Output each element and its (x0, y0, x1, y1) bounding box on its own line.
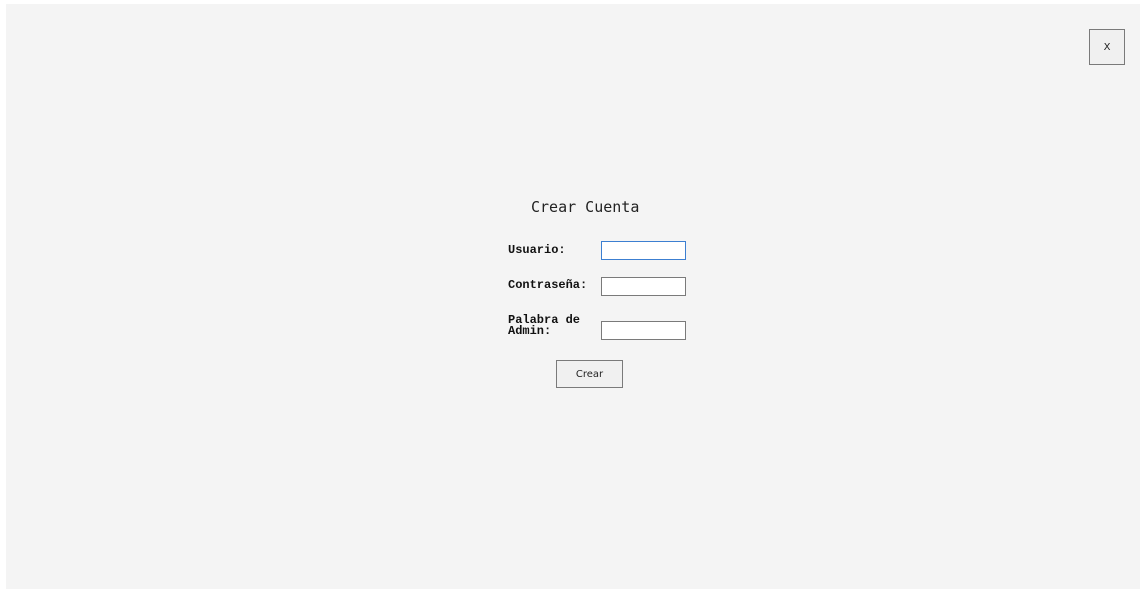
password-input[interactable] (601, 277, 686, 296)
admin-word-label: Palabra de Admin: (508, 313, 581, 338)
form-title: Crear Cuenta (531, 198, 640, 216)
close-button[interactable]: X (1089, 29, 1125, 65)
create-button-label: Crear (575, 368, 604, 380)
create-button[interactable]: Crear (556, 360, 623, 388)
username-label: Usuario: (508, 243, 566, 257)
create-account-window: X Crear Cuenta Usuario: Contraseña: Pala… (6, 4, 1140, 589)
close-icon: X (1103, 41, 1111, 53)
password-label: Contraseña: (508, 278, 588, 292)
username-input[interactable] (601, 241, 686, 260)
admin-word-input[interactable] (601, 321, 686, 340)
